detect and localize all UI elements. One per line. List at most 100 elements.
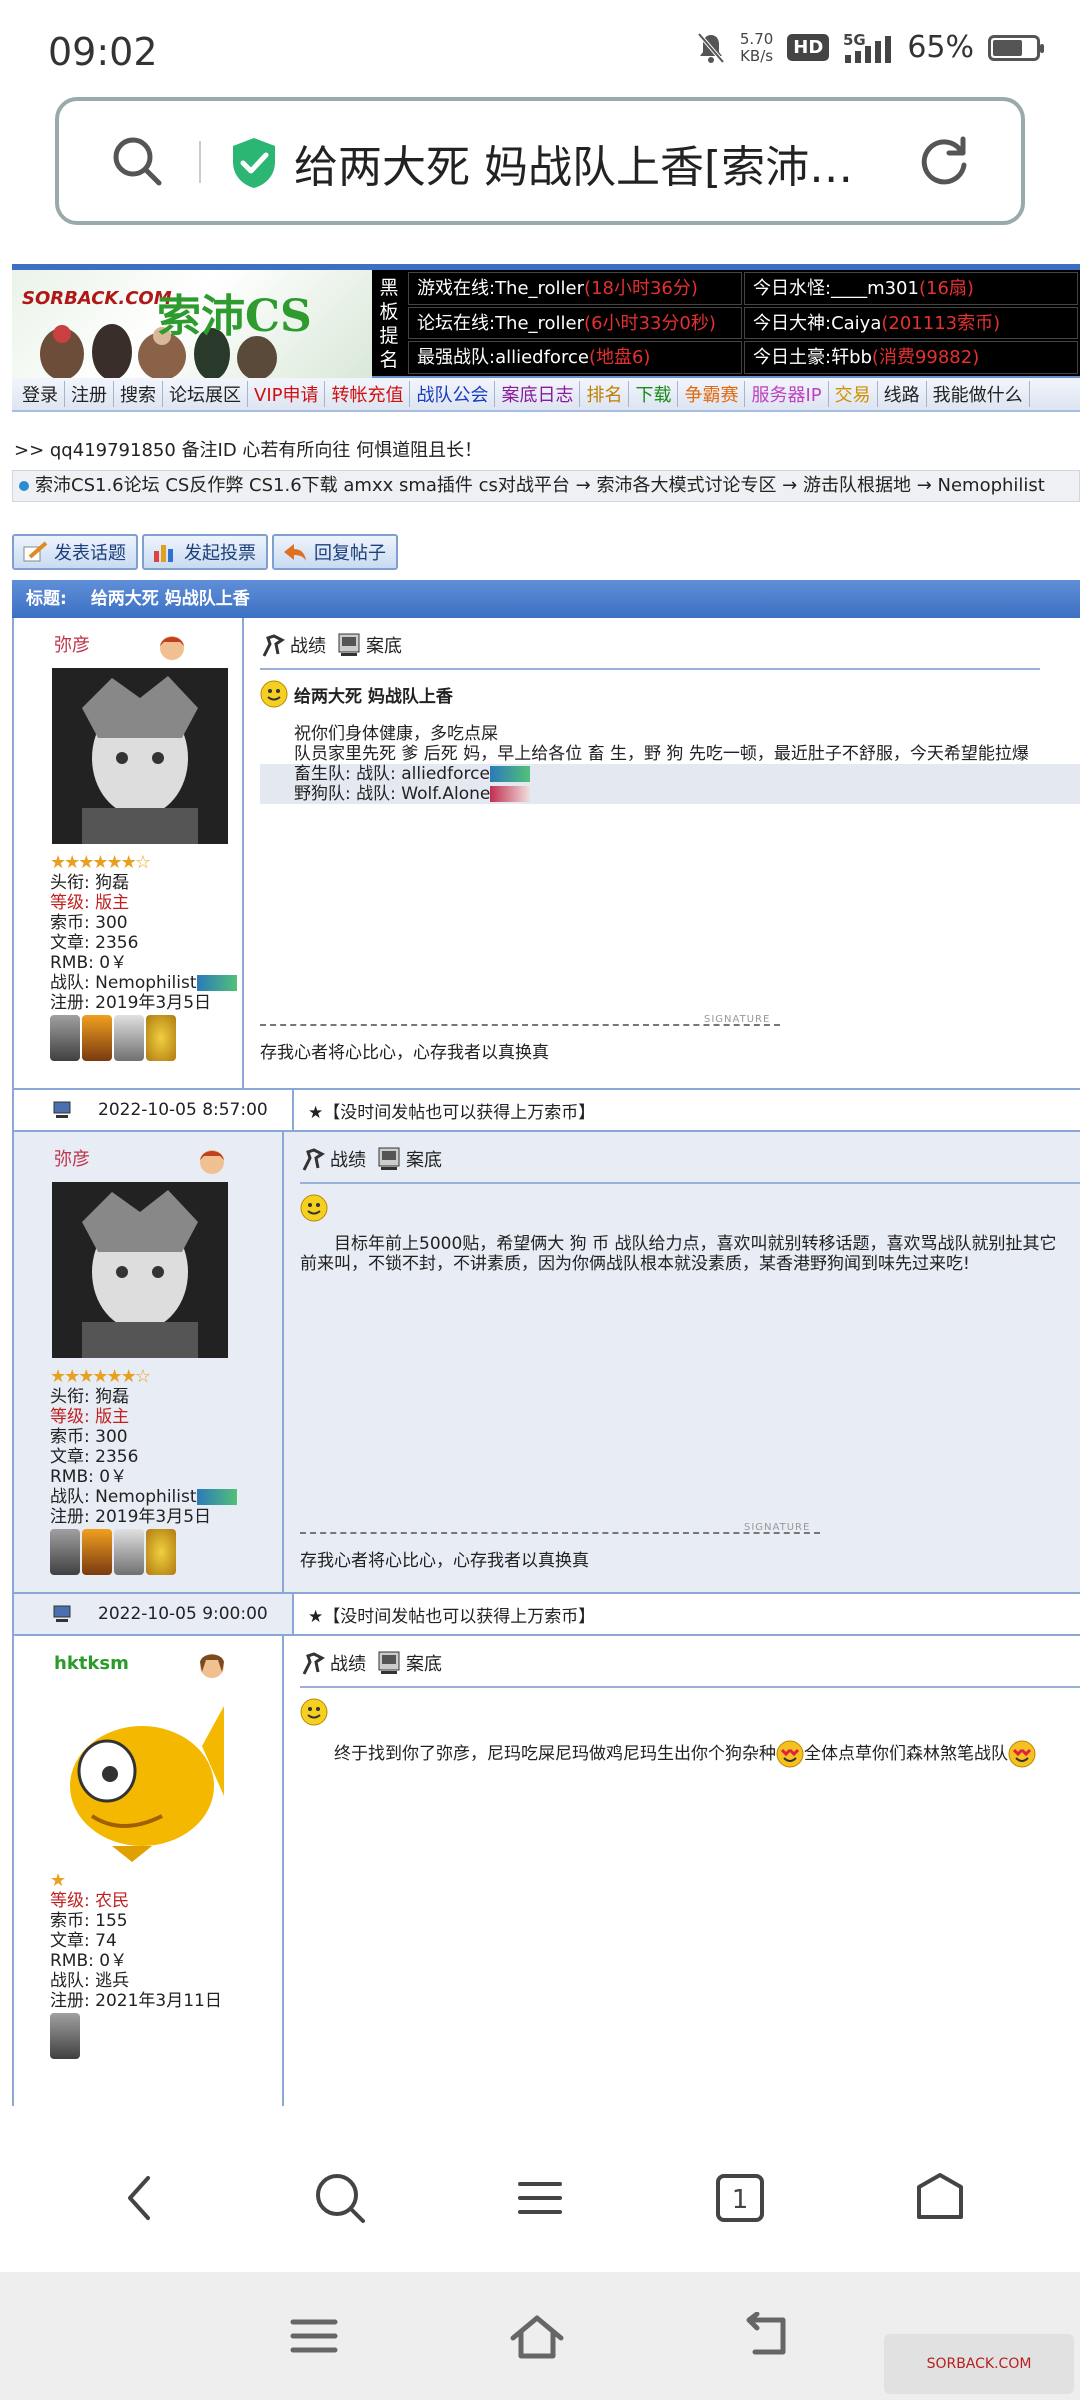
nav-item[interactable]: 搜索 bbox=[114, 381, 163, 407]
user-coins: 索币: 300 bbox=[50, 1427, 128, 1447]
user-level: 等级: 农民 bbox=[50, 1891, 130, 1911]
page-title[interactable]: 给两大死 妈战队上香[索沛C… bbox=[294, 131, 864, 195]
team-flag-icon bbox=[490, 786, 531, 802]
board-cell[interactable]: 最强战队:alliedforce(地盘6) bbox=[408, 341, 742, 374]
forum-page: SORBACK.COM 索沛CS 黑板提名 游戏在线:The_roller(18… bbox=[12, 264, 1080, 2106]
post-footer-link[interactable]: ★【没时间发帖也可以获得上万索币】 bbox=[294, 1602, 595, 1627]
nav-item[interactable]: 转帐充值 bbox=[325, 381, 411, 407]
nav-item[interactable]: VIP申请 bbox=[248, 381, 326, 407]
post-content: 终于找到你了弥彦，尼玛吃屎尼玛做鸡尼玛生出你个狗杂种 全体点草你们森林煞笔战队 bbox=[300, 1740, 1080, 1768]
board-cell[interactable]: 今日大神:Caiya(201113索币) bbox=[744, 306, 1078, 340]
secure-shield-icon bbox=[233, 138, 275, 188]
nav-item[interactable]: 服务器IP bbox=[745, 381, 829, 407]
pen-icon bbox=[23, 541, 48, 562]
medal-icon bbox=[50, 2013, 80, 2059]
soldier-icon bbox=[302, 1652, 325, 1675]
new-poll-button[interactable]: 发起投票 bbox=[142, 534, 268, 570]
team-line: 野狗队: 战队: Wolf.Alone bbox=[294, 784, 1080, 804]
signature-tag: SIGNATURE bbox=[744, 1522, 811, 1533]
board-cell[interactable]: 今日水怪:____m301(16扇) bbox=[744, 272, 1078, 305]
post-time: 2022-10-05 8:57:00 bbox=[98, 1100, 268, 1120]
user-registered: 注册: 2021年3月11日 bbox=[50, 1991, 222, 2011]
user-rmb: RMB: 0￥ bbox=[50, 953, 128, 973]
stats-link[interactable]: 战绩 bbox=[300, 1650, 366, 1676]
board-cell[interactable]: 论坛在线:The_roller(6小时33分0秒) bbox=[408, 306, 742, 340]
forum-logo[interactable]: SORBACK.COM 索沛CS bbox=[12, 270, 372, 378]
browser-toolbar: 1 bbox=[0, 2124, 1080, 2272]
separator bbox=[260, 668, 1040, 670]
new-topic-button[interactable]: 发表话题 bbox=[12, 534, 138, 570]
reply-button[interactable]: 回复帖子 bbox=[272, 534, 398, 570]
rank-stars: ★ bbox=[50, 1870, 66, 1891]
post-content: 目标年前上5000贴，希望俩大 狗 币 战队给力点，喜欢叫就别转移话题，喜欢骂战… bbox=[300, 1234, 1057, 1274]
soldier-icon bbox=[262, 634, 285, 657]
nav-item[interactable]: 排名 bbox=[580, 381, 630, 407]
nav-item[interactable]: 下载 bbox=[629, 381, 679, 407]
stats-link[interactable]: 战绩 bbox=[260, 632, 326, 658]
post-footer-link[interactable]: ★【没时间发帖也可以获得上万索币】 bbox=[294, 1098, 595, 1123]
user-level: 等级: 版主 bbox=[50, 893, 130, 913]
back-button[interactable] bbox=[108, 2166, 172, 2230]
menu-icon bbox=[518, 2182, 562, 2214]
team-flag-icon bbox=[489, 766, 530, 782]
avatar[interactable] bbox=[52, 1182, 228, 1358]
search-button[interactable] bbox=[308, 2166, 372, 2230]
record-link[interactable]: 案底 bbox=[376, 1146, 442, 1172]
love-eyes-icon bbox=[776, 1740, 804, 1768]
tabs-button[interactable]: 1 bbox=[708, 2166, 772, 2230]
forum-nav: 登录 注册 搜索 论坛展区 VIP申请 转帐充值 战队公会 案底日志 排名 下载 争霸赛 服务器IP 交… bbox=[12, 378, 1080, 412]
system-nav-bar: SORBACK.COM bbox=[0, 2272, 1080, 2400]
medal-icon bbox=[50, 1529, 80, 1575]
board-cell[interactable]: 今日土豪:轩bb(消费99882) bbox=[744, 341, 1078, 374]
team-flag-icon bbox=[196, 1489, 237, 1505]
username[interactable]: 弥彦 bbox=[54, 636, 242, 656]
post-tools: 战绩 案底 bbox=[260, 630, 1080, 660]
post-footer: 2022-10-05 9:00:00 ★【没时间发帖也可以获得上万索币】 bbox=[12, 1592, 1080, 1636]
address-bar[interactable]: 给两大死 妈战队上香[索沛C… bbox=[55, 97, 1025, 225]
stats-link[interactable]: 战绩 bbox=[300, 1146, 366, 1172]
record-link[interactable]: 案底 bbox=[376, 1650, 442, 1676]
nav-item[interactable]: 交易 bbox=[829, 381, 878, 407]
nav-item[interactable]: 注册 bbox=[65, 381, 114, 407]
breadcrumb-text[interactable]: 索沛CS1.6论坛 CS反作弊 CS1.6下载 amxx sma插件 cs对战平… bbox=[35, 471, 1045, 501]
nav-item[interactable]: 争霸赛 bbox=[678, 381, 746, 407]
breadcrumb-dot-icon bbox=[19, 481, 29, 491]
nav-item[interactable]: 登录 bbox=[16, 381, 65, 407]
reload-icon[interactable] bbox=[917, 135, 971, 189]
nav-item[interactable]: 案底日志 bbox=[495, 381, 581, 407]
record-link[interactable]: 案底 bbox=[336, 632, 402, 658]
search-icon[interactable] bbox=[109, 133, 165, 189]
computer-icon bbox=[53, 1101, 71, 1118]
team-flag-icon bbox=[196, 975, 237, 991]
board-cell[interactable]: 游戏在线:The_roller(18小时36分) bbox=[408, 272, 742, 305]
medal-icon bbox=[82, 1529, 112, 1575]
address-divider bbox=[199, 141, 201, 183]
avatar[interactable] bbox=[52, 668, 228, 844]
user-articles: 文章: 74 bbox=[50, 1931, 117, 1951]
home-icon[interactable] bbox=[509, 2312, 565, 2360]
back-icon[interactable] bbox=[735, 2312, 791, 2360]
nav-item[interactable]: 战队公会 bbox=[410, 381, 496, 407]
nav-item[interactable]: 论坛展区 bbox=[163, 381, 248, 407]
username[interactable]: hktksm bbox=[54, 1654, 282, 1674]
username[interactable]: 弥彦 bbox=[54, 1150, 282, 1170]
medal-icon bbox=[146, 1015, 176, 1061]
status-time: 09:02 bbox=[48, 30, 158, 74]
nav-item[interactable]: 我能做什么 bbox=[927, 381, 1030, 407]
love-eyes-icon bbox=[1008, 1740, 1036, 1768]
svg-text:1: 1 bbox=[732, 2185, 749, 2215]
user-team: 战队: 逃兵 bbox=[50, 1971, 130, 1991]
recents-menu-icon[interactable] bbox=[289, 2316, 339, 2356]
menu-button[interactable] bbox=[508, 2166, 572, 2230]
medal-icon bbox=[82, 1015, 112, 1061]
home-button[interactable] bbox=[908, 2166, 972, 2230]
post-author-panel: hktksm ★ 等级: 农民 索币: 155 文章: 74 RMB: 0￥ 战… bbox=[14, 1636, 284, 2106]
nav-item[interactable]: 线路 bbox=[878, 381, 927, 407]
user-gender-icon bbox=[200, 1654, 224, 1678]
logo-cs-text: 索沛CS bbox=[157, 291, 312, 342]
post-title: 给两大死 妈战队上香 bbox=[260, 680, 1080, 708]
status-bar: 09:02 5.70 KB/s HD 5G 65% bbox=[0, 0, 1080, 100]
avatar[interactable] bbox=[52, 1686, 228, 1862]
computer-icon bbox=[378, 1147, 400, 1170]
home-hexagon-icon bbox=[917, 2173, 963, 2219]
